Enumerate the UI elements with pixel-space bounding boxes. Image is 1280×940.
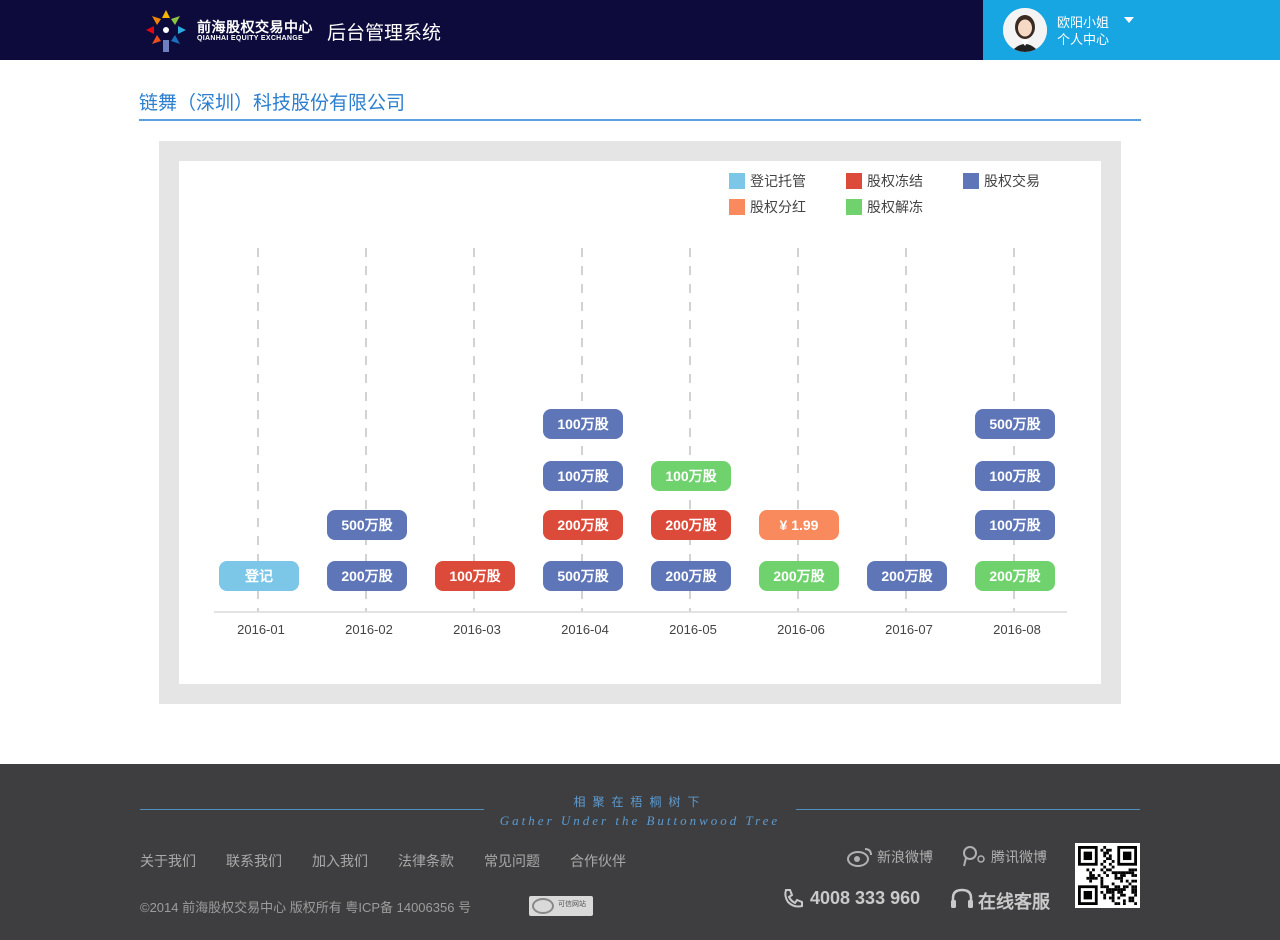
top-header: 前海股权交易中心 QIANHAI EQUITY EXCHANGE 后台管理系统 … [0,0,1280,60]
event-badge-label: 200万股 [773,568,825,584]
event-badge-label: 登记 [244,568,273,584]
month-tick-label: 2016-03 [453,622,501,637]
event-badge-label: 100万股 [989,468,1041,484]
footer-link-contact[interactable]: 联系我们 [226,851,282,871]
event-badge[interactable]: 100万股 [651,461,731,491]
event-badge-label: 200万股 [341,568,393,584]
event-badge-label: ¥ 1.99 [780,517,819,533]
trust-badge[interactable]: 可信网站 [529,896,593,916]
equity-timeline-chart: 2016-01 2016-02 2016-03 2016-04 2016-05 2016-… [214,248,1067,637]
event-badge[interactable]: 100万股 [543,409,623,439]
month-tick-label: 2016-04 [561,622,609,637]
user-avatar-icon [1003,8,1047,52]
event-badge[interactable]: 500万股 [327,510,407,540]
event-badge[interactable]: 200万股 [651,561,731,591]
month-tick-label: 2016-02 [345,622,393,637]
company-title: 链舞（深圳）科技股份有限公司 [139,93,406,114]
phone-icon [784,889,803,908]
event-badge-label: 100万股 [557,416,609,432]
qr-code [1075,843,1140,908]
trust-seal-icon [532,898,554,914]
event-badge[interactable]: 100万股 [435,561,515,591]
logo-icon[interactable] [144,8,188,52]
footer-link-join[interactable]: 加入我们 [312,851,368,871]
slogan-cn: 相聚在梧桐树下 [573,795,707,809]
avatar[interactable] [1003,8,1047,52]
event-badge-label: 100万股 [989,517,1041,533]
event-badge-label: 200万股 [557,517,609,533]
month-tick-label: 2016-01 [237,622,285,637]
slogan-divider-right [796,809,1140,810]
event-badge[interactable]: 200万股 [759,561,839,591]
event-badge[interactable]: 200万股 [975,561,1055,591]
event-badge[interactable]: 100万股 [543,461,623,491]
slogan-en: Gather Under the Buttonwood Tree [499,813,781,828]
footer-link-about[interactable]: 关于我们 [140,851,196,871]
footer-link-partners[interactable]: 合作伙伴 [570,851,626,871]
event-badge-label: 200万股 [665,568,717,584]
event-badge-label: 100万股 [557,468,609,484]
event-badge[interactable]: 100万股 [975,461,1055,491]
event-badge-label: 500万股 [341,517,393,533]
event-badge[interactable]: 500万股 [543,561,623,591]
weibo-icon [847,848,872,867]
chevron-down-icon[interactable] [1124,17,1134,23]
event-badge[interactable]: 200万股 [327,561,407,591]
month-tick-label: 2016-06 [777,622,825,637]
user-menu[interactable]: 欧阳小姐 个人中心 [983,0,1280,60]
event-badge-label: 500万股 [557,568,609,584]
footer-link-faq[interactable]: 常见问题 [484,851,540,871]
event-badge-label: 200万股 [665,517,717,533]
event-badge[interactable]: 100万股 [975,510,1055,540]
system-title: 后台管理系统 [327,23,442,44]
event-badge[interactable]: 200万股 [651,510,731,540]
event-badge-label: 500万股 [989,416,1041,432]
event-badge-label: 100万股 [665,468,717,484]
footer-link-legal[interactable]: 法律条款 [398,851,454,871]
event-badge[interactable]: 200万股 [543,510,623,540]
logo-text-cn: 前海股权交易中心 [197,19,313,35]
user-center-link[interactable]: 个人中心 [1057,29,1109,48]
event-badge[interactable]: 登记 [219,561,299,591]
event-badge[interactable]: ¥ 1.99 [759,510,839,540]
headset-icon [951,888,973,908]
event-badge-label: 100万股 [449,568,501,584]
qr-code-icon [1078,846,1137,905]
title-divider [139,119,1141,121]
slogan-divider-left [140,809,484,810]
event-badge[interactable]: 200万股 [867,561,947,591]
event-badge[interactable]: 500万股 [975,409,1055,439]
event-badge-label: 200万股 [989,568,1041,584]
logo-text-en: QIANHAI EQUITY EXCHANGE [197,35,303,42]
month-tick-label: 2016-07 [885,622,933,637]
tencent-weibo-icon [963,846,985,867]
event-badge-label: 200万股 [881,568,933,584]
footer: 相聚在梧桐树下 Gather Under the Buttonwood Tree… [0,764,1280,940]
month-tick-label: 2016-05 [669,622,717,637]
copyright-text: ©2014 前海股权交易中心 版权所有 粤ICP备 14006356 号 [140,900,472,915]
month-tick-label: 2016-08 [993,622,1041,637]
